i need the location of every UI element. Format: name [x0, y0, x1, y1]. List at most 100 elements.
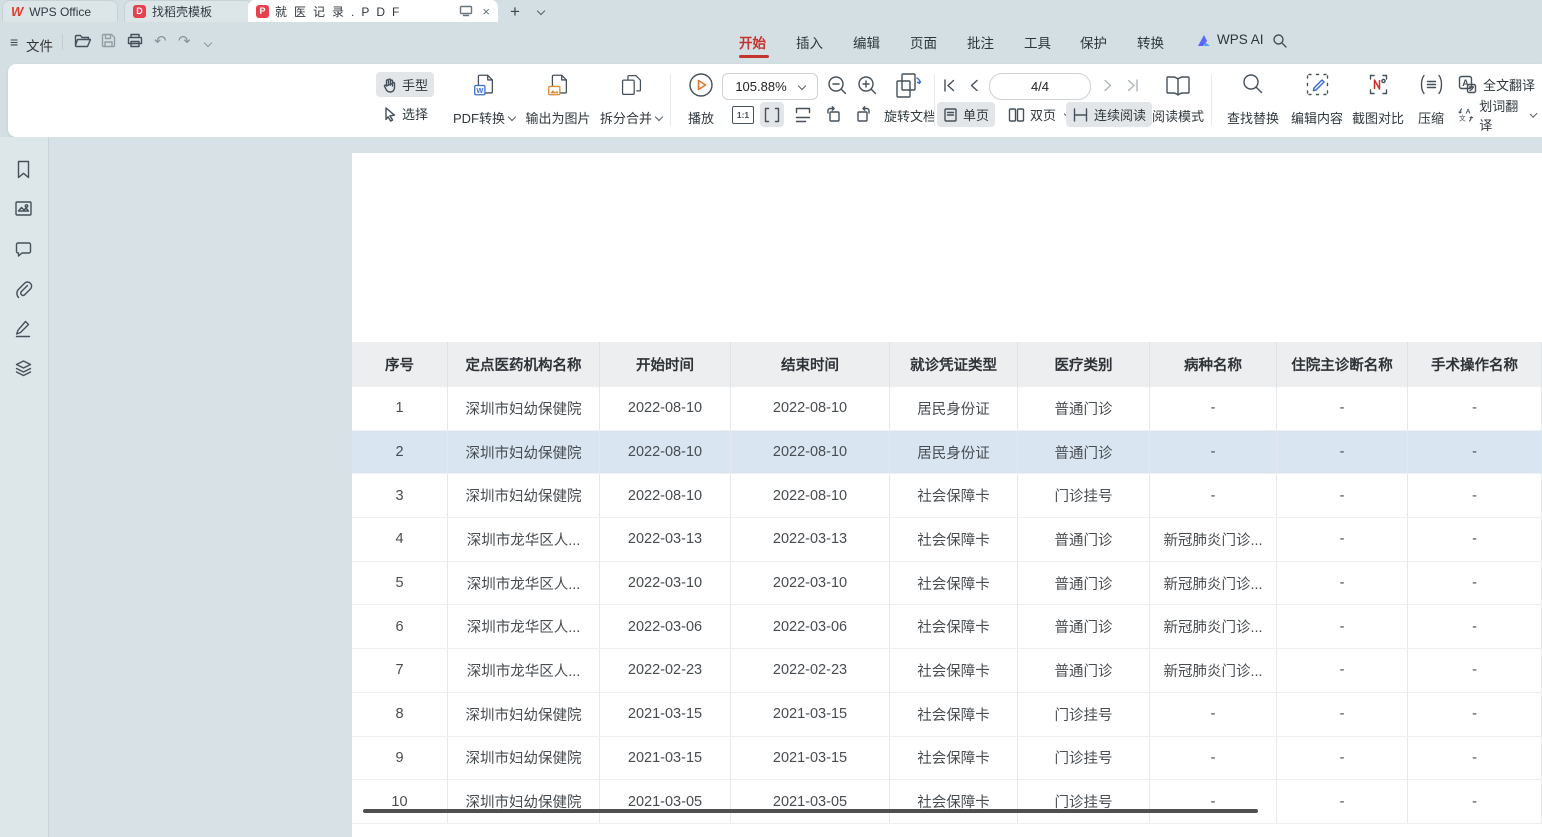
- tab-wps-office[interactable]: W WPS Office: [2, 0, 118, 22]
- table-cell: 2022-03-13: [600, 518, 731, 561]
- last-page-icon[interactable]: [1126, 78, 1140, 93]
- table-cell: 2021-03-15: [731, 737, 890, 780]
- screenshot-compare-icon: [1366, 72, 1391, 97]
- bookmark-icon[interactable]: [13, 159, 34, 180]
- word-translate-button[interactable]: A 文 划词翻译: [1452, 102, 1542, 127]
- comment-icon[interactable]: [13, 239, 34, 260]
- wps-ai-menu-item[interactable]: WPS AI: [1217, 32, 1264, 47]
- read-mode-label[interactable]: 阅读模式: [1152, 106, 1204, 125]
- undo-icon[interactable]: ↶: [154, 32, 167, 50]
- layers-icon[interactable]: [13, 358, 34, 379]
- save-icon[interactable]: [101, 33, 116, 48]
- rotate-doc-icon[interactable]: [893, 72, 923, 99]
- table-cell: 2021-03-15: [600, 737, 731, 780]
- single-page-button[interactable]: 单页: [937, 102, 995, 127]
- rotate-left-button[interactable]: [821, 102, 846, 127]
- pdf-convert-button[interactable]: W PDF转换: [449, 71, 519, 128]
- thumbnail-icon[interactable]: [13, 198, 34, 219]
- close-tab-icon[interactable]: ×: [482, 5, 490, 18]
- select-tool-button[interactable]: 选择: [376, 101, 434, 126]
- select-tool-label: 选择: [402, 104, 428, 123]
- fit-page-icon: [763, 106, 781, 124]
- menu-item-insert[interactable]: 插入: [796, 32, 823, 52]
- table-cell: -: [1408, 780, 1542, 823]
- tab-docer-templates[interactable]: D 找稻壳模板: [124, 0, 252, 22]
- fit-width-button[interactable]: [791, 102, 815, 127]
- divider: [62, 34, 63, 50]
- more-history-chevron-icon[interactable]: [204, 39, 212, 47]
- split-merge-button[interactable]: 拆分合并: [596, 71, 666, 128]
- table-cell: 2022-03-10: [731, 562, 890, 605]
- redo-icon[interactable]: ↷: [178, 32, 191, 50]
- table-cell: 2022-02-23: [600, 649, 731, 692]
- menu-item-home[interactable]: 开始: [739, 32, 766, 52]
- tab-list-chevron-icon[interactable]: [537, 7, 545, 15]
- menu-search-icon[interactable]: [1272, 33, 1288, 49]
- single-page-icon: [943, 107, 958, 123]
- read-mode-icon[interactable]: [1164, 74, 1192, 98]
- pdf-file-icon: P: [256, 5, 269, 18]
- column-header: 就诊凭证类型: [890, 342, 1018, 387]
- find-replace-label: 查找替换: [1227, 108, 1279, 127]
- screen-mode-icon[interactable]: [459, 5, 473, 17]
- table-cell: 普通门诊: [1018, 649, 1150, 692]
- pdf-convert-label: PDF转换: [453, 108, 505, 127]
- tab-label: WPS Office: [29, 5, 91, 19]
- table-cell: -: [1277, 562, 1408, 605]
- table-cell: -: [1408, 387, 1542, 430]
- horizontal-scrollbar-line[interactable]: [363, 809, 1258, 813]
- fit-width-icon: [794, 106, 812, 124]
- continuous-read-button[interactable]: 连续阅读: [1066, 102, 1152, 127]
- print-icon[interactable]: [127, 33, 143, 48]
- signature-icon[interactable]: [13, 318, 34, 339]
- table-cell: -: [1408, 562, 1542, 605]
- file-menu-button[interactable]: 文件: [26, 35, 53, 55]
- one-to-one-icon: 1:1: [732, 106, 754, 124]
- menu-item-protect[interactable]: 保护: [1080, 32, 1107, 52]
- compress-button[interactable]: 压缩: [1409, 71, 1453, 128]
- zoom-level-dropdown[interactable]: 105.88%: [722, 73, 818, 100]
- page-number-input[interactable]: 4/4: [989, 73, 1091, 100]
- table-cell: 深圳市龙华区人...: [448, 605, 600, 648]
- rotate-doc-label[interactable]: 旋转文档: [884, 106, 936, 125]
- table-cell: -: [1408, 605, 1542, 648]
- fit-page-button[interactable]: [760, 102, 784, 127]
- first-page-icon[interactable]: [942, 78, 956, 93]
- table-cell: 2022-02-23: [731, 649, 890, 692]
- find-replace-button[interactable]: 查找替换: [1222, 71, 1284, 128]
- menu-item-convert[interactable]: 转换: [1137, 32, 1164, 52]
- export-image-button[interactable]: 输出为图片: [521, 71, 595, 128]
- menu-item-tools[interactable]: 工具: [1024, 32, 1051, 52]
- edit-content-icon: [1305, 72, 1330, 97]
- menu-item-page[interactable]: 页面: [910, 32, 937, 52]
- previous-page-icon[interactable]: [968, 78, 980, 93]
- play-button[interactable]: 播放: [676, 71, 726, 128]
- open-file-icon[interactable]: [74, 33, 91, 48]
- tab-document-pdf[interactable]: P 就医记录.PDF ×: [248, 0, 498, 22]
- next-page-icon[interactable]: [1102, 78, 1114, 93]
- table-row: 5深圳市龙华区人...2022-03-102022-03-10社会保障卡普通门诊…: [352, 562, 1542, 606]
- tab-label: 找稻壳模板: [152, 3, 212, 20]
- hand-tool-button[interactable]: 手型: [376, 72, 434, 97]
- menu-item-edit[interactable]: 编辑: [853, 32, 880, 52]
- table-cell: 2022-08-10: [731, 431, 890, 474]
- full-translate-button[interactable]: A 全文翻译: [1452, 72, 1541, 97]
- menu-item-comment[interactable]: 批注: [967, 32, 994, 52]
- menu-bar: ≡ 文件 ↶ ↷ 开始 插入 编辑 页面 批注 工具 保护 转换 WPS AI: [0, 22, 1542, 62]
- edit-content-button[interactable]: 编辑内容: [1286, 71, 1348, 128]
- wps-logo-icon: W: [11, 5, 23, 18]
- zoom-in-icon[interactable]: [856, 74, 879, 97]
- table-cell: -: [1150, 737, 1277, 780]
- table-cell: 2: [352, 431, 448, 474]
- new-tab-button[interactable]: +: [510, 3, 520, 20]
- zoom-out-icon[interactable]: [826, 74, 849, 97]
- docer-icon: D: [133, 5, 146, 18]
- table-cell: 9: [352, 737, 448, 780]
- screenshot-compare-button[interactable]: 截图对比: [1347, 71, 1409, 128]
- actual-size-button[interactable]: 1:1: [730, 102, 756, 127]
- toolbar-divider: [670, 74, 671, 126]
- word-translate-label: 划词翻译: [1479, 96, 1521, 134]
- attachment-icon[interactable]: [13, 279, 34, 300]
- pdf-page[interactable]: 序号定点医药机构名称开始时间结束时间就诊凭证类型医疗类别病种名称住院主诊断名称手…: [352, 153, 1542, 837]
- rotate-right-button[interactable]: [851, 102, 876, 127]
